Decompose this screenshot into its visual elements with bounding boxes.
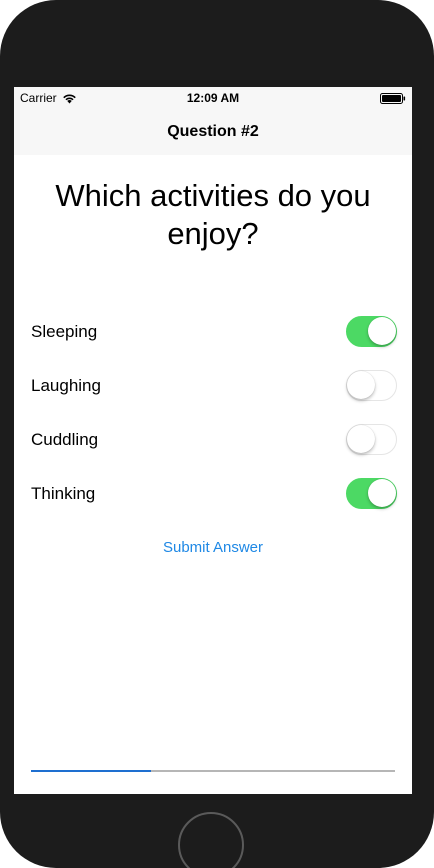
toggle-switch-cuddling[interactable] <box>346 424 397 455</box>
option-row-cuddling: Cuddling <box>14 413 412 467</box>
toggle-switch-sleeping[interactable] <box>346 316 397 347</box>
status-bar: Carrier 12:09 AM <box>14 87 412 109</box>
progress-fill <box>31 770 152 772</box>
question-text: Which activities do you enjoy? <box>55 178 371 251</box>
app-screen: Carrier 12:09 AM Question #2 Which activ… <box>14 87 412 794</box>
option-label: Cuddling <box>31 430 99 449</box>
toggle-knob <box>368 317 396 345</box>
options-list: Sleeping Laughing Cuddling Thinking <box>14 305 412 521</box>
nav-title: Question #2 <box>167 123 259 140</box>
option-row-thinking: Thinking <box>14 467 412 521</box>
toggle-knob <box>347 371 375 399</box>
option-row-laughing: Laughing <box>14 359 412 413</box>
navigation-bar: Question #2 <box>14 109 412 155</box>
toggle-knob <box>347 425 375 453</box>
home-button[interactable] <box>178 812 244 868</box>
toggle-knob <box>368 479 396 507</box>
progress-bar <box>31 770 395 772</box>
toggle-switch-laughing[interactable] <box>346 370 397 401</box>
status-time: 12:09 AM <box>186 91 240 105</box>
option-label: Sleeping <box>31 322 98 341</box>
option-row-sleeping: Sleeping <box>14 305 412 359</box>
option-label: Laughing <box>31 376 101 395</box>
toggle-switch-thinking[interactable] <box>346 478 397 509</box>
option-label: Thinking <box>31 484 96 503</box>
battery-icon <box>380 93 406 104</box>
device-frame: Carrier 12:09 AM Question #2 Which activ… <box>0 0 434 868</box>
submit-answer-button[interactable]: Submit Answer <box>14 539 412 556</box>
